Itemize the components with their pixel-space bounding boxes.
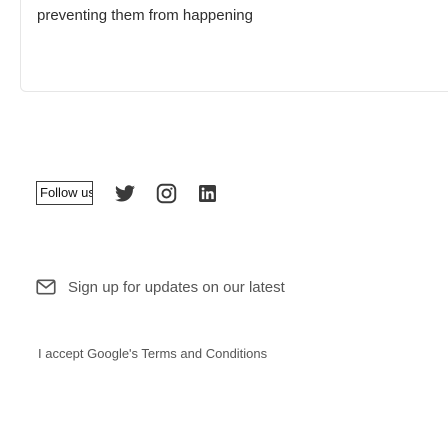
twitter-icon[interactable] [114,182,136,204]
page: preventing them from happening Follow us [0,0,448,448]
intro-text: preventing them from happening [37,7,253,24]
terms-consent-text: I accept Google's Terms and Conditions [38,346,268,361]
social-links-row: Follow us [36,180,218,206]
signup-row[interactable]: Sign up for updates on our latest [36,278,285,296]
signup-label: Sign up for updates on our latest [68,278,285,296]
mail-icon [36,279,56,295]
follow-us-label: Follow us [36,181,93,205]
linkedin-icon[interactable] [196,182,218,204]
instagram-icon[interactable] [155,182,177,204]
